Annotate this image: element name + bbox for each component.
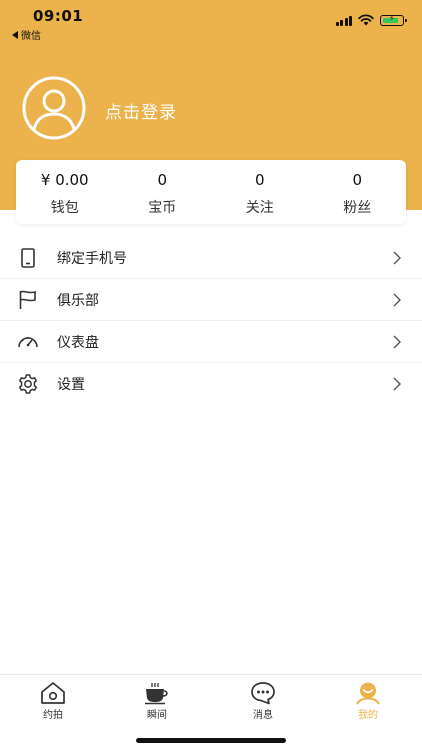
chat-bubble-icon: [251, 682, 275, 705]
menu-item-label: 设置: [57, 376, 85, 393]
menu-item-settings[interactable]: 设置: [0, 362, 422, 404]
cellular-signal-icon: [335, 15, 352, 26]
stat-value: 0: [157, 171, 168, 189]
back-to-app-link[interactable]: 微信: [12, 27, 41, 42]
stat-label: 钱包: [50, 200, 79, 216]
stat-label: 宝币: [148, 200, 177, 216]
battery-icon: ⚡: [380, 14, 407, 26]
login-link[interactable]: 点击登录: [105, 98, 177, 123]
dashboard-icon: [18, 336, 38, 347]
stat-label: 粉丝: [343, 200, 372, 216]
stat-followers[interactable]: 0 粉丝: [309, 160, 407, 224]
stat-wallet[interactable]: ¥ 0.00 钱包: [16, 160, 114, 224]
gear-icon: [18, 373, 38, 394]
tab-label: 约拍: [43, 710, 63, 721]
stats-card: ¥ 0.00 钱包 0 宝币 0 关注 0 粉丝: [16, 160, 406, 224]
stat-value: 0: [352, 171, 363, 189]
chevron-right-icon: [393, 335, 401, 348]
tab-label: 我的: [358, 710, 378, 721]
stat-value: 0: [254, 171, 265, 189]
back-arrow-icon: [12, 30, 18, 39]
stat-value: ¥ 0.00: [40, 171, 89, 189]
tab-moments[interactable]: 瞬间: [127, 681, 187, 721]
chevron-right-icon: [393, 377, 401, 390]
tab-label: 瞬间: [147, 710, 167, 721]
wifi-icon: [358, 14, 374, 26]
tab-label: 消息: [253, 710, 273, 721]
flag-icon: [19, 290, 36, 309]
chevron-right-icon: [393, 293, 401, 306]
menu-item-label: 俱乐部: [57, 292, 99, 309]
menu-list: 绑定手机号 俱乐部 仪表盘 设置: [0, 237, 422, 404]
menu-item-label: 绑定手机号: [57, 250, 127, 267]
chevron-right-icon: [393, 251, 401, 264]
menu-item-dashboard[interactable]: 仪表盘: [0, 320, 422, 362]
stat-label: 关注: [245, 200, 274, 216]
status-time: 09:01: [33, 7, 84, 25]
home-indicator: [136, 738, 286, 743]
tab-mine[interactable]: 我的: [338, 681, 398, 721]
stat-following[interactable]: 0 关注: [211, 160, 309, 224]
phone-icon: [21, 247, 35, 268]
menu-item-label: 仪表盘: [57, 334, 99, 351]
status-icons: ⚡: [335, 14, 407, 26]
home-icon: [41, 682, 65, 704]
tab-messages[interactable]: 消息: [233, 681, 293, 721]
profile-face-icon: [356, 682, 380, 705]
menu-item-club[interactable]: 俱乐部: [0, 278, 422, 320]
stat-coins[interactable]: 0 宝币: [114, 160, 212, 224]
back-app-label: 微信: [21, 31, 41, 42]
status-bar: 09:01 微信 ⚡: [0, 0, 422, 44]
avatar[interactable]: [17, 76, 91, 140]
tab-photo-date[interactable]: 约拍: [23, 681, 83, 721]
coffee-cup-icon: [145, 683, 168, 705]
menu-item-bind-phone[interactable]: 绑定手机号: [0, 237, 422, 278]
